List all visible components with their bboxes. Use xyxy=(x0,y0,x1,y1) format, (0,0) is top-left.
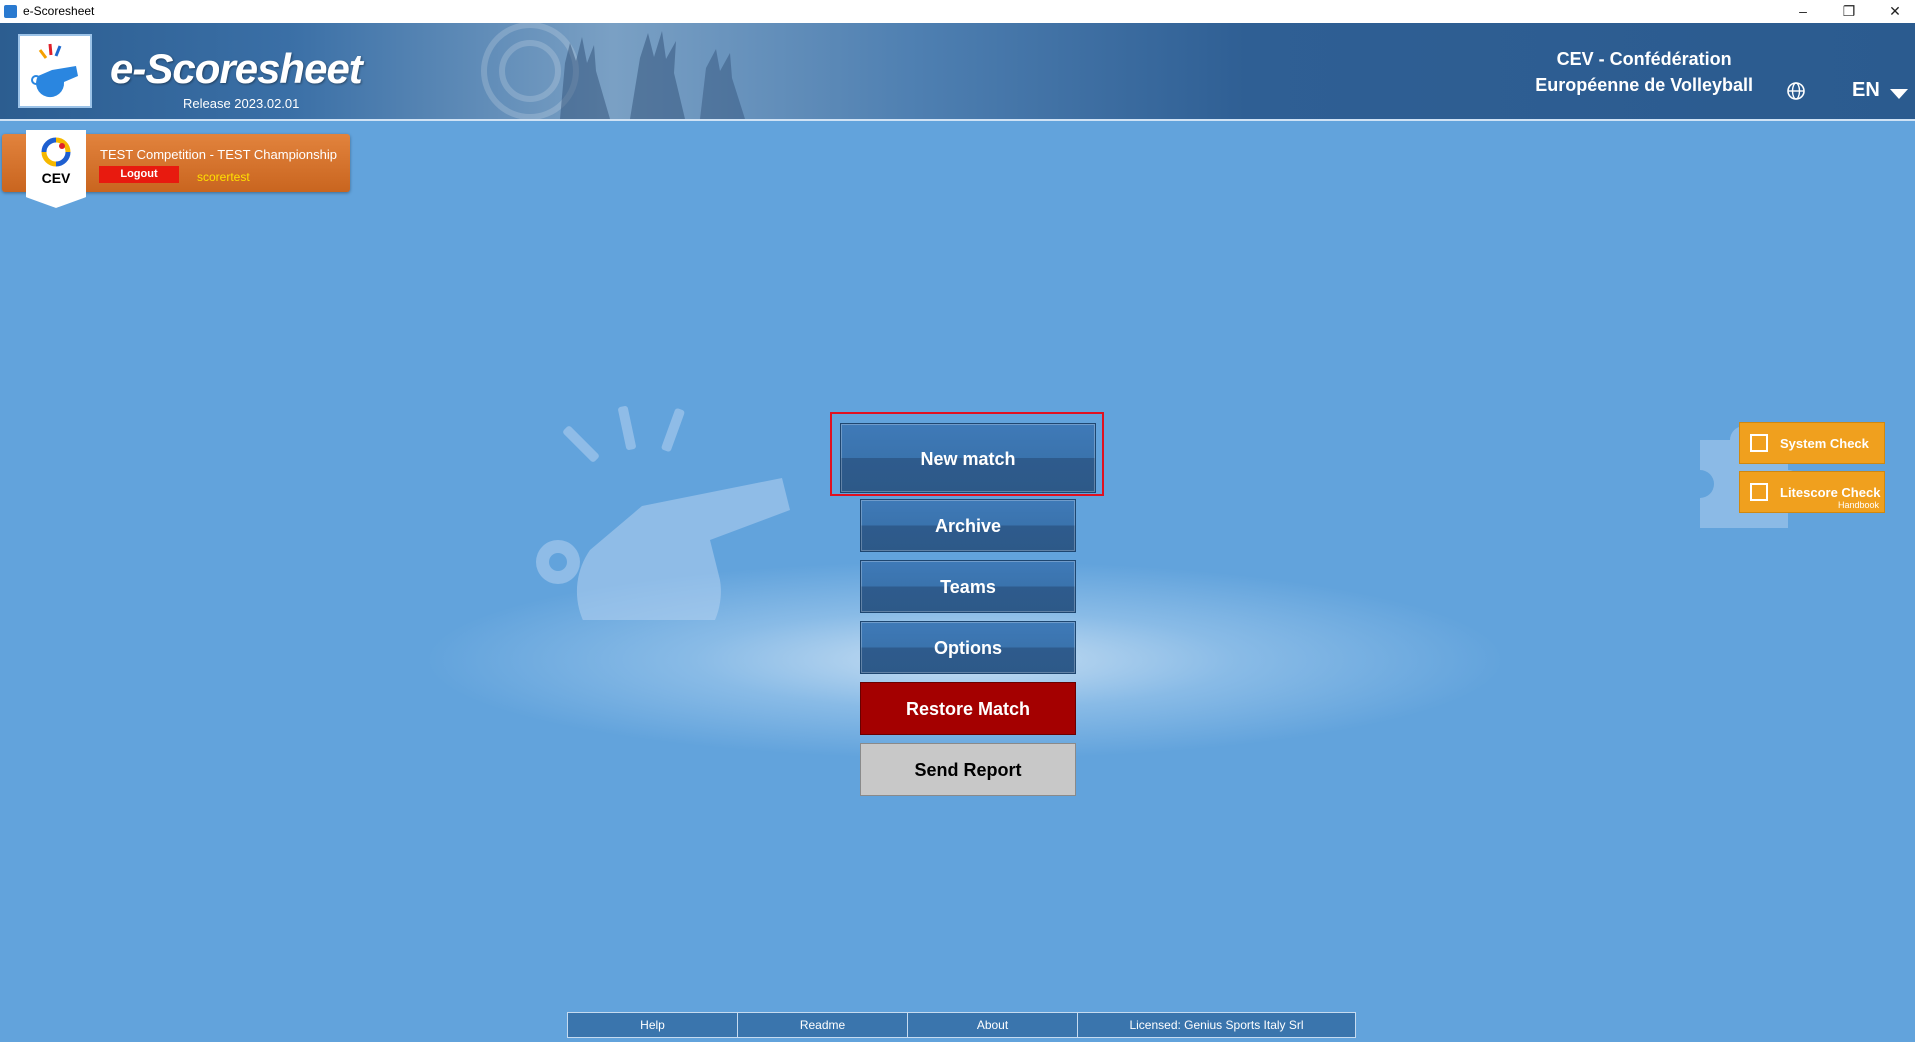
chevron-down-icon[interactable] xyxy=(1890,89,1908,99)
checkbox-icon xyxy=(1750,483,1768,501)
system-check-button[interactable]: System Check xyxy=(1739,422,1885,464)
footer-help-link[interactable]: Help xyxy=(568,1013,738,1037)
footer-about-link[interactable]: About xyxy=(908,1013,1078,1037)
footer-bar: Help Readme About Licensed: Genius Sport… xyxy=(567,1012,1356,1038)
username: scorertest xyxy=(197,170,250,184)
org-line-2: Européenne de Volleyball xyxy=(1535,75,1753,95)
whistle-logo-icon xyxy=(31,43,78,98)
banner-hands-decoration xyxy=(481,23,745,119)
cev-logo-icon xyxy=(41,137,71,167)
app-logo xyxy=(18,34,92,108)
release-version: Release 2023.02.01 xyxy=(183,96,300,111)
organization-name: CEV - Confédération Européenne de Volley… xyxy=(1535,46,1753,98)
language-selector[interactable]: EN xyxy=(1852,79,1880,102)
teams-button[interactable]: Teams xyxy=(860,560,1076,613)
cev-badge-label: CEV xyxy=(41,170,71,186)
footer-license-text: Licensed: Genius Sports Italy Srl xyxy=(1129,1018,1304,1032)
org-line-1: CEV - Confédération xyxy=(1556,49,1732,69)
logout-button[interactable]: Logout xyxy=(99,166,179,183)
options-button[interactable]: Options xyxy=(860,621,1076,674)
restore-match-button[interactable]: Restore Match xyxy=(860,682,1076,735)
send-report-button[interactable]: Send Report xyxy=(860,743,1076,796)
globe-icon[interactable] xyxy=(1786,81,1806,101)
restore-button[interactable]: ❐ xyxy=(1826,0,1872,23)
footer-readme-link[interactable]: Readme xyxy=(738,1013,908,1037)
window-title: e-Scoresheet xyxy=(23,4,95,18)
competition-name: TEST Competition - TEST Championship xyxy=(100,147,337,162)
app-icon xyxy=(4,5,17,18)
minimize-button[interactable]: – xyxy=(1780,0,1826,23)
litescore-check-button[interactable]: Litescore Check Handbook xyxy=(1739,471,1885,513)
checkbox-icon xyxy=(1750,434,1768,452)
archive-button[interactable]: Archive xyxy=(860,499,1076,552)
new-match-button[interactable]: New match xyxy=(840,423,1096,493)
close-button[interactable]: ✕ xyxy=(1872,0,1915,23)
app-name: e-Scoresheet xyxy=(110,45,363,92)
system-check-label: System Check xyxy=(1780,436,1869,451)
header-banner: e-Scoresheet Release 2023.02.01 CEV - Co… xyxy=(0,23,1915,121)
litescore-check-label: Litescore Check xyxy=(1780,485,1881,500)
cev-badge: CEV xyxy=(26,130,86,208)
litescore-handbook-label: Handbook xyxy=(1837,500,1879,510)
whistle-background-icon xyxy=(536,405,790,620)
window-titlebar: e-Scoresheet – ❐ ✕ xyxy=(0,0,1915,24)
